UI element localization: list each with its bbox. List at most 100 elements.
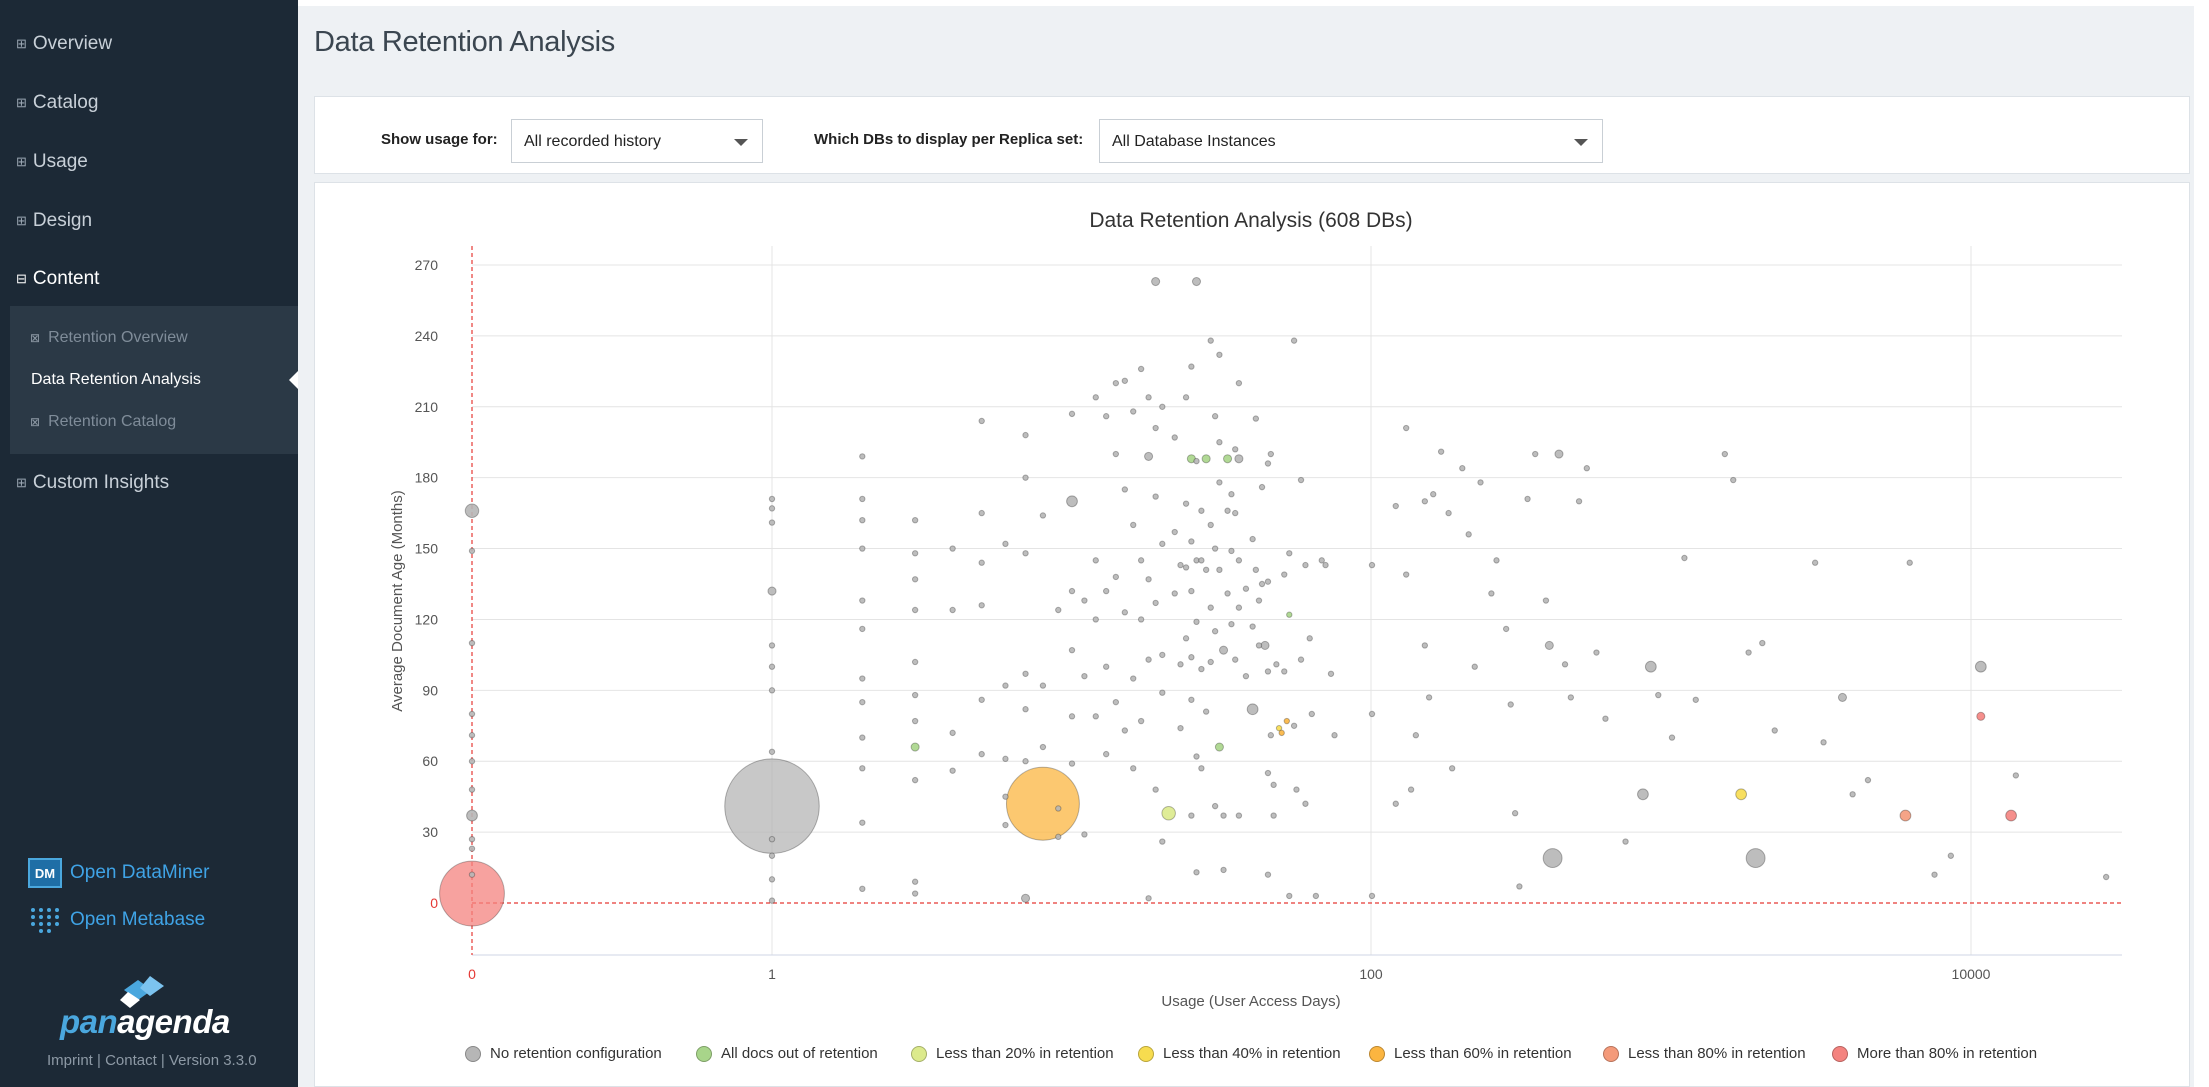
data-point[interactable] [1159, 838, 1166, 845]
data-point[interactable] [1407, 786, 1415, 793]
data-point[interactable] [1235, 604, 1243, 611]
data-point[interactable] [1081, 597, 1088, 604]
data-point[interactable] [1002, 682, 1009, 689]
data-point[interactable] [1193, 753, 1200, 760]
data-point[interactable] [1068, 646, 1076, 654]
data-point[interactable] [1516, 883, 1523, 890]
data-point[interactable] [1273, 661, 1280, 668]
data-point[interactable] [1264, 668, 1272, 675]
data-point[interactable] [1152, 786, 1159, 793]
data-point[interactable] [1232, 446, 1239, 453]
data-point[interactable] [1421, 498, 1429, 505]
data-point[interactable] [1668, 734, 1676, 741]
data-point[interactable] [978, 417, 985, 425]
data-point[interactable] [911, 658, 919, 666]
data-point[interactable] [1188, 812, 1195, 819]
data-point[interactable] [1177, 724, 1184, 732]
data-point[interactable] [1068, 587, 1076, 595]
data-point[interactable] [1947, 852, 1955, 859]
data-point[interactable] [1137, 365, 1145, 373]
data-point[interactable] [1171, 434, 1178, 441]
data-point[interactable] [1249, 535, 1256, 543]
data-point[interactable] [1477, 479, 1484, 486]
data-point[interactable] [1302, 561, 1309, 569]
data-point[interactable] [768, 495, 776, 503]
data-point[interactable] [1112, 450, 1120, 458]
data-point[interactable] [1249, 623, 1256, 630]
data-point[interactable] [911, 890, 919, 897]
data-point[interactable] [1286, 892, 1293, 900]
data-point[interactable] [1159, 403, 1166, 410]
data-point[interactable] [1258, 580, 1266, 588]
data-point[interactable] [1002, 821, 1009, 829]
legend-item[interactable]: Less than 80% in retention [1603, 1045, 1806, 1062]
data-point[interactable] [1002, 793, 1009, 800]
data-point[interactable] [1602, 715, 1609, 722]
data-point[interactable] [949, 606, 956, 614]
data-point[interactable] [1286, 611, 1293, 618]
data-point[interactable] [1235, 812, 1243, 819]
data-point[interactable] [1246, 703, 1259, 716]
data-point[interactable] [1232, 509, 1239, 517]
data-point[interactable] [1216, 566, 1223, 574]
data-point[interactable] [1022, 670, 1029, 677]
data-point[interactable] [1191, 276, 1202, 287]
data-point[interactable] [1931, 871, 1938, 878]
data-point[interactable] [468, 710, 476, 718]
data-point[interactable] [1448, 765, 1456, 772]
legend-item[interactable]: No retention configuration [465, 1045, 662, 1062]
data-point[interactable] [1039, 512, 1047, 519]
data-point[interactable] [1267, 450, 1275, 458]
data-point[interactable] [1068, 410, 1076, 418]
data-point[interactable] [859, 597, 866, 604]
data-point[interactable] [1644, 660, 1657, 673]
data-point[interactable] [1207, 604, 1214, 611]
data-point[interactable] [1228, 547, 1235, 555]
data-point[interactable] [1297, 656, 1305, 663]
data-point[interactable] [1264, 578, 1272, 585]
data-point[interactable] [1211, 413, 1219, 420]
data-point[interactable] [1471, 663, 1478, 670]
data-point[interactable] [1270, 781, 1277, 789]
data-point[interactable] [1532, 450, 1539, 458]
data-point[interactable] [978, 696, 985, 703]
data-point[interactable] [1290, 722, 1298, 729]
data-point[interactable] [468, 547, 476, 555]
data-point[interactable] [1193, 457, 1200, 465]
data-point[interactable] [1542, 597, 1550, 604]
data-point[interactable] [1267, 732, 1275, 739]
data-point[interactable] [1039, 743, 1047, 751]
data-point[interactable] [1055, 805, 1062, 812]
data-point[interactable] [1130, 675, 1137, 682]
data-point[interactable] [1322, 561, 1329, 569]
data-point[interactable] [1005, 766, 1080, 841]
data-point[interactable] [1022, 706, 1029, 713]
data-point[interactable] [464, 503, 480, 518]
data-point[interactable] [1020, 893, 1031, 903]
data-point[interactable] [1583, 465, 1591, 472]
data-point[interactable] [1211, 802, 1219, 810]
data-point[interactable] [2012, 772, 2020, 779]
data-point[interactable] [1849, 791, 1856, 798]
data-point[interactable] [1974, 660, 1987, 673]
data-point[interactable] [1039, 682, 1047, 689]
data-point[interactable] [1202, 566, 1210, 574]
data-point[interactable] [978, 602, 985, 609]
data-point[interactable] [1567, 694, 1575, 701]
data-point[interactable] [468, 758, 476, 765]
data-point[interactable] [1234, 454, 1244, 464]
data-point[interactable] [1188, 363, 1195, 370]
data-point[interactable] [768, 663, 776, 670]
data-point[interactable] [1145, 394, 1152, 401]
data-point[interactable] [466, 809, 478, 822]
data-point[interactable] [1130, 408, 1137, 415]
data-point[interactable] [1068, 760, 1076, 767]
data-point[interactable] [1837, 692, 1848, 702]
legend-item[interactable]: All docs out of retention [696, 1045, 878, 1062]
data-point[interactable] [1228, 491, 1235, 498]
data-point[interactable] [1331, 732, 1338, 739]
data-point[interactable] [1081, 831, 1088, 838]
data-point[interactable] [468, 786, 476, 793]
data-point[interactable] [1102, 750, 1110, 758]
data-point[interactable] [1392, 502, 1399, 510]
